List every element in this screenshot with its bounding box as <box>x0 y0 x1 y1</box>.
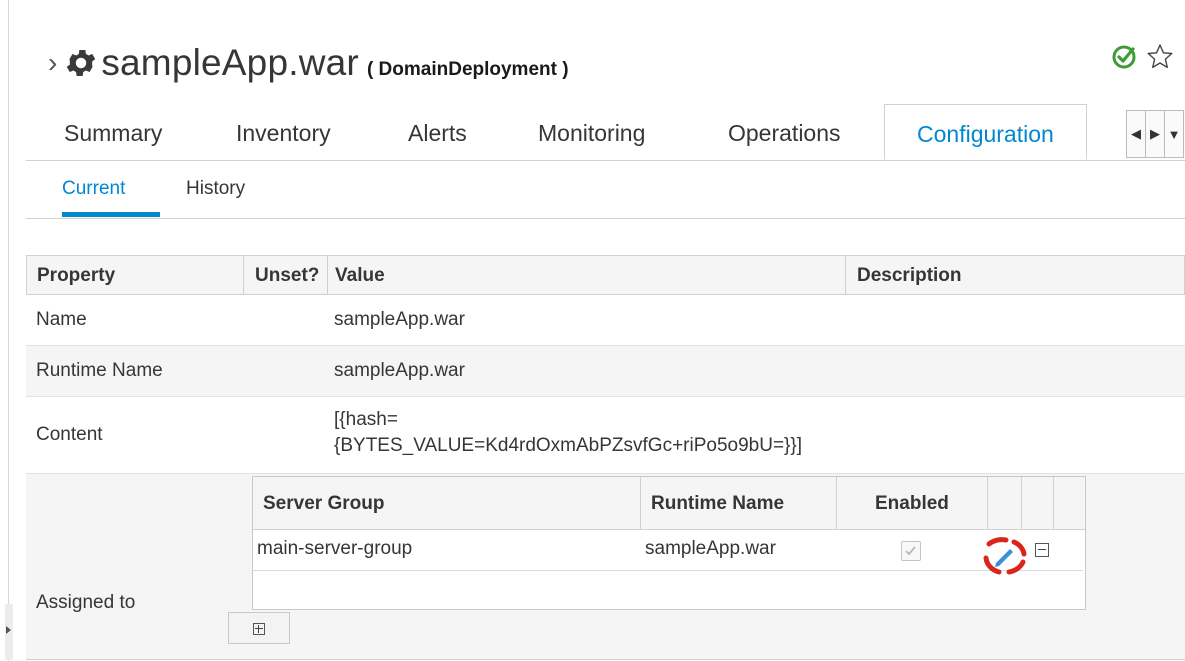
server-group-name: main-server-group <box>257 538 413 559</box>
column-divider <box>987 477 988 529</box>
tab-summary[interactable]: Summary <box>64 104 162 160</box>
tab-alerts[interactable]: Alerts <box>408 104 467 160</box>
scroll-left-icon[interactable]: ◀ <box>1127 111 1146 157</box>
column-header-enabled[interactable]: Enabled <box>875 493 949 515</box>
table-row: Runtime Name sampleApp.war <box>26 346 1185 397</box>
table-row: Content [{hash= {BYTES_VALUE=Kd4rdOxmAbP… <box>26 397 1185 474</box>
runtime-name: sampleApp.war <box>645 538 776 559</box>
property-name: Content <box>36 424 103 445</box>
column-header-runtime-name[interactable]: Runtime Name <box>651 493 784 515</box>
property-value: sampleApp.war <box>334 360 465 381</box>
configuration-table: Property Unset? Value Description Name s… <box>26 255 1185 660</box>
column-header-unset[interactable]: Unset? <box>255 265 319 287</box>
expand-arrow-icon[interactable] <box>6 626 11 634</box>
resource-type: ( DomainDeployment ) <box>366 59 569 80</box>
breadcrumb-chevron[interactable]: › <box>48 49 57 77</box>
property-value: sampleApp.war <box>334 309 465 330</box>
table-row: main-server-group sampleApp.war <box>253 530 1083 575</box>
active-subtab-indicator <box>62 212 160 217</box>
tab-monitoring[interactable]: Monitoring <box>538 104 645 160</box>
server-group-header: Server Group Runtime Name Enabled <box>253 477 1085 530</box>
column-divider <box>845 256 846 294</box>
column-divider <box>640 477 641 529</box>
tab-operations[interactable]: Operations <box>728 104 841 160</box>
subtab-current[interactable]: Current <box>62 178 125 200</box>
column-divider <box>243 256 244 294</box>
gear-icon <box>67 49 96 77</box>
header-actions <box>1111 42 1175 72</box>
remove-icon[interactable] <box>1035 543 1049 557</box>
edit-pencil-icon[interactable] <box>979 536 1033 576</box>
column-header-value[interactable]: Value <box>335 265 385 287</box>
property-value-line-1: [{hash= <box>334 409 398 430</box>
column-header-description[interactable]: Description <box>857 265 962 287</box>
table-row: Name sampleApp.war <box>26 295 1185 346</box>
column-header-server-group[interactable]: Server Group <box>263 493 384 515</box>
scroll-right-icon[interactable]: ▶ <box>1146 111 1165 157</box>
column-divider <box>1053 477 1054 529</box>
column-divider <box>1021 477 1022 529</box>
property-name: Assigned to <box>36 592 136 613</box>
resource-name: sampleApp.war <box>101 42 359 83</box>
table-header: Property Unset? Value Description <box>26 255 1185 295</box>
column-divider <box>836 477 837 529</box>
star-outline-icon[interactable] <box>1145 42 1175 72</box>
column-header-property[interactable]: Property <box>37 265 115 287</box>
checkmark-icon <box>905 546 916 556</box>
server-group-table: Server Group Runtime Name Enabled main-s… <box>252 476 1086 610</box>
property-name: Runtime Name <box>36 360 163 381</box>
tab-configuration[interactable]: Configuration <box>884 104 1087 160</box>
property-value-line-2: {BYTES_VALUE=Kd4rdOxmAbPZsvfGc+riPo5o9bU… <box>334 435 803 456</box>
plus-box-icon <box>253 623 265 635</box>
check-circle-icon <box>1112 45 1136 69</box>
tab-inventory[interactable]: Inventory <box>236 104 331 160</box>
left-panel-border <box>8 0 9 661</box>
column-divider <box>327 256 328 294</box>
property-name: Name <box>36 309 87 330</box>
tab-menu-icon[interactable]: ▼ <box>1165 111 1183 157</box>
subtab-history[interactable]: History <box>186 178 245 200</box>
main-tabs: Summary Inventory Alerts Monitoring Oper… <box>26 104 1185 161</box>
resource-header: › sampleApp.war ( DomainDeployment ) <box>48 38 569 88</box>
tab-scroll-controls: ◀ ▶ ▼ <box>1126 110 1184 158</box>
add-server-group-button[interactable] <box>228 612 290 644</box>
sub-tabs: Current History <box>26 160 1185 219</box>
enabled-checkbox[interactable] <box>901 541 921 561</box>
